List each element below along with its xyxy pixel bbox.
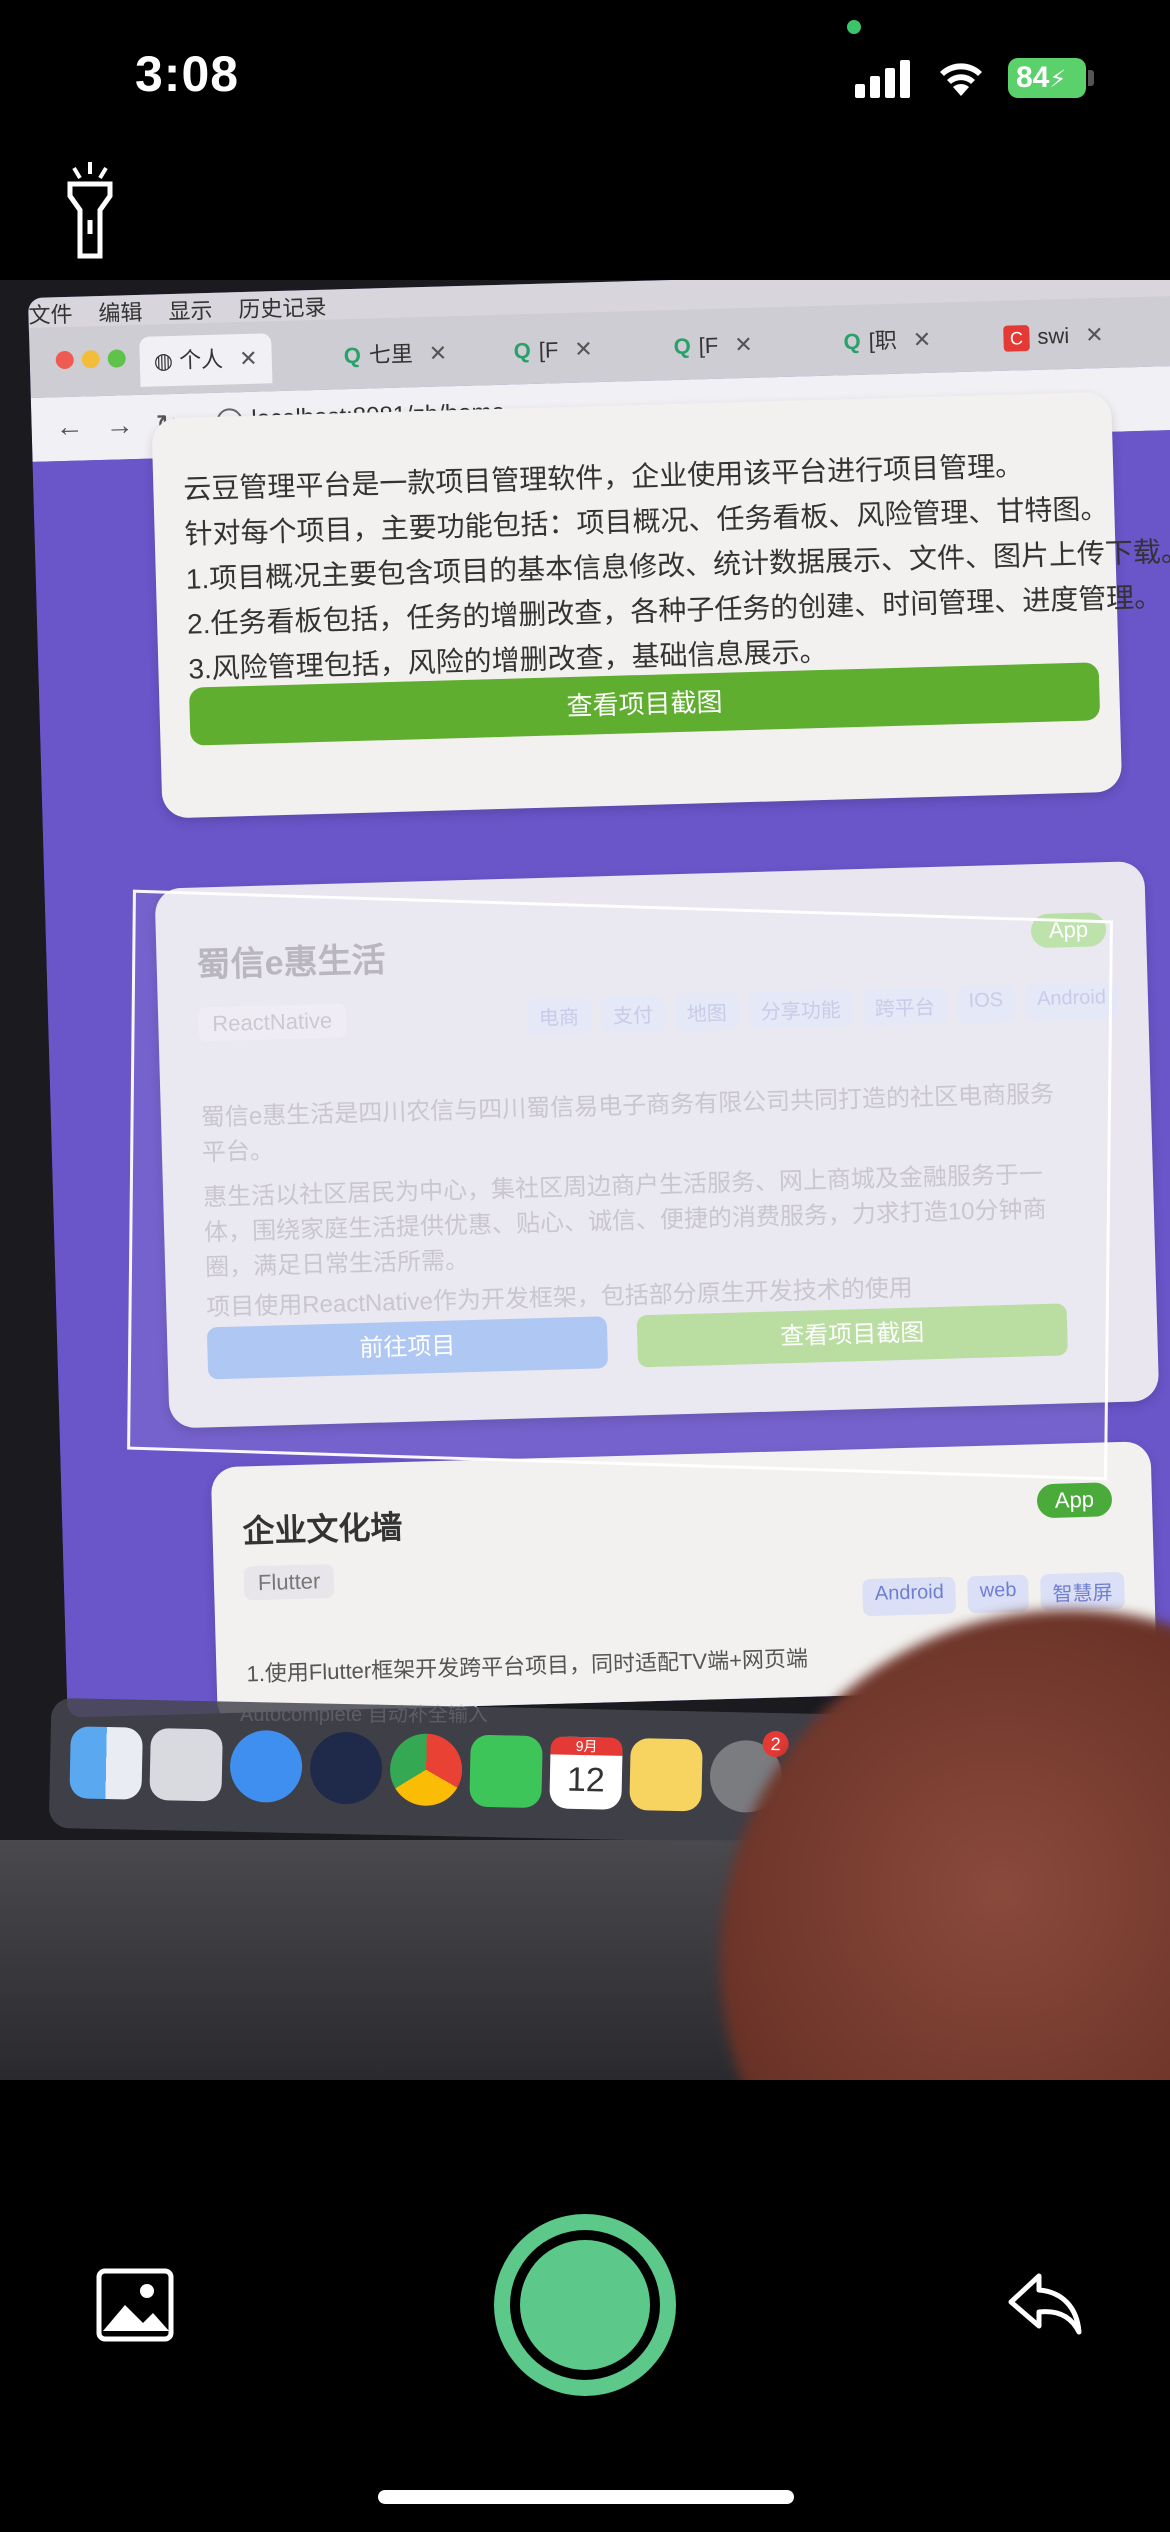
menu-file[interactable]: 文件	[28, 297, 73, 330]
globe-icon: ◍	[153, 347, 180, 374]
mastergo-icon[interactable]	[309, 1731, 383, 1805]
tab-qilitang[interactable]: Q 七里 ✕	[329, 328, 462, 382]
calendar-icon[interactable]: 9月 12	[549, 1736, 623, 1810]
flashlight-icon[interactable]	[62, 160, 118, 260]
close-icon[interactable]: ✕	[734, 332, 753, 358]
minimize-window-button[interactable]	[81, 350, 100, 369]
camera-viewfinder: 文件 编辑 显示 历史记录 ◍ 个人 ✕ Q 七里 ✕ Q [F ✕ Q [F ✕ Q [职 ✕ …	[0, 280, 1170, 2080]
close-icon[interactable]: ✕	[1085, 322, 1104, 348]
menu-history[interactable]: 历史记录	[238, 290, 327, 324]
battery-level: 84	[1016, 61, 1050, 94]
battery-icon: 84⚡	[1008, 58, 1086, 98]
home-indicator	[378, 2490, 794, 2504]
tag: 智慧屏	[1040, 1571, 1126, 1612]
menu-edit[interactable]: 编辑	[98, 295, 143, 328]
cellular-signal-icon	[855, 58, 915, 98]
tab-f2[interactable]: Q [F ✕	[659, 319, 767, 372]
tab-label: [F	[698, 332, 719, 359]
scan-target-frame	[127, 889, 1113, 1481]
back-arrow-icon[interactable]: ←	[55, 411, 84, 444]
maximize-window-button[interactable]	[107, 349, 126, 368]
safari-icon[interactable]	[229, 1729, 303, 1804]
tab-label: swi	[1037, 322, 1070, 349]
close-icon[interactable]: ✕	[574, 336, 593, 362]
tab-label: 七里	[368, 341, 414, 368]
notification-badge: 2	[762, 1730, 789, 1758]
photo-library-icon[interactable]	[95, 2265, 175, 2345]
q-icon: Q	[343, 342, 362, 369]
tab-label: [F	[538, 337, 559, 363]
tag: web	[967, 1574, 1030, 1614]
chrome-icon[interactable]	[389, 1732, 463, 1807]
tag: Android	[862, 1576, 957, 1617]
tab-swift[interactable]: Cswi ✕	[989, 310, 1119, 364]
close-icon[interactable]: ✕	[428, 340, 447, 366]
tab-label: 个人	[178, 346, 224, 373]
back-arrow-icon[interactable]	[1005, 2268, 1085, 2338]
q-icon: Q	[843, 328, 862, 355]
tab-personal[interactable]: ◍ 个人 ✕	[139, 333, 273, 387]
close-window-button[interactable]	[55, 350, 74, 370]
notes-icon[interactable]	[629, 1738, 703, 1812]
close-icon[interactable]: ✕	[239, 346, 258, 372]
wechat-icon[interactable]	[469, 1734, 543, 1809]
tab-f1[interactable]: Q [F ✕	[499, 324, 607, 377]
q-icon: Q	[673, 333, 692, 359]
status-time: 3:08	[135, 46, 240, 102]
battery-cap	[1088, 70, 1094, 86]
calendar-month: 9月	[550, 1736, 623, 1756]
menu-view[interactable]: 显示	[168, 293, 213, 326]
q-icon: Q	[513, 337, 532, 364]
app-badge: App	[1036, 1482, 1113, 1519]
project-title: 企业文化墙	[242, 1509, 403, 1550]
tab-label: [职	[868, 327, 898, 354]
forward-arrow-icon[interactable]: →	[105, 409, 134, 442]
framework-tag: Flutter	[243, 1563, 335, 1601]
close-icon[interactable]: ✕	[912, 327, 931, 353]
csdn-icon: C	[1003, 325, 1030, 352]
project-desc-line: 1.使用Flutter框架开发跨平台项目，同时适配TV端+网页端	[246, 1645, 809, 1687]
camera-in-use-indicator	[847, 20, 861, 34]
launchpad-icon[interactable]	[149, 1727, 223, 1802]
status-bar: 3:08 84⚡	[0, 0, 1170, 150]
wifi-icon	[940, 63, 982, 96]
camera-scan-screen: 3:08 84⚡ 文件 编辑 显示 历史记录 ◍ 个人 ✕ Q 七里 ✕ Q […	[0, 0, 1170, 2532]
shutter-button[interactable]	[520, 2240, 650, 2370]
calendar-day: 12	[566, 1760, 606, 1800]
project-card-yundou: 云豆管理平台是一款项目管理软件，企业使用该平台进行项目管理。 针对每个项目，主要…	[151, 391, 1170, 819]
tab-job[interactable]: Q [职 ✕	[829, 314, 946, 367]
finder-icon[interactable]	[69, 1726, 143, 1800]
